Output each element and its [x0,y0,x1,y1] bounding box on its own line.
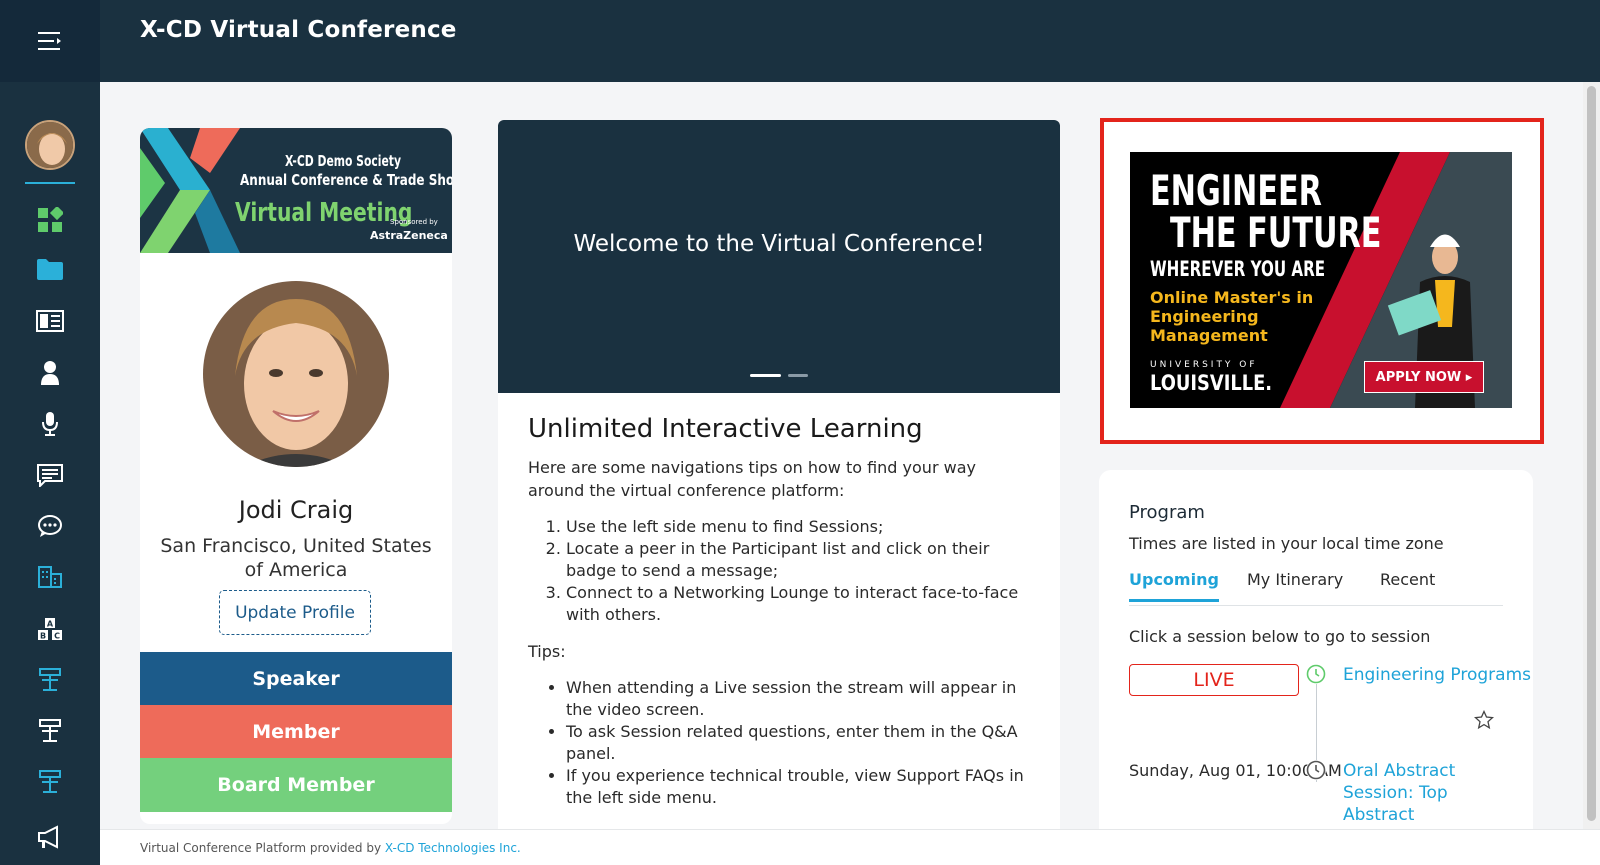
favorite-star-icon[interactable] [1473,709,1495,734]
tips-label: Tips: [528,642,566,661]
update-profile-button[interactable]: Update Profile [219,590,371,635]
clock-icon [1306,664,1326,684]
megaphone-icon [38,825,58,849]
intro-text: Here are some navigations tips on how to… [528,458,976,500]
user-avatar[interactable] [25,120,75,170]
program-subtitle: Times are listed in your local time zone [1129,534,1444,553]
list-item: If you experience technical trouble, vie… [566,765,1033,809]
sidebar-item-program[interactable] [30,301,70,341]
folder-icon [37,259,63,280]
ad-program: Online Master's in Engineering Managemen… [1150,288,1314,345]
sidebar-item-announcements[interactable] [30,817,70,857]
footer-text: Virtual Conference Platform provided by … [140,841,521,855]
chat-bubble-icon [38,515,62,537]
footer-label: Virtual Conference Platform provided by [140,841,382,855]
ad-headline-1: ENGINEER [1150,166,1322,215]
scrollbar-thumb[interactable] [1587,86,1596,821]
building-icon [38,566,62,588]
sidebar-item-dashboard[interactable] [30,200,70,240]
tab-upcoming[interactable]: Upcoming [1129,570,1219,602]
svg-text:C: C [54,632,60,641]
profile-card: X-CD Demo Society Annual Conference & Tr… [140,128,452,824]
microphone-icon [42,412,58,436]
page-scrollbar[interactable] [1583,82,1600,829]
profile-photo [203,281,389,467]
program-title: Program [1129,502,1205,523]
welcome-body: Unlimited Interactive Learning Here are … [528,414,1033,809]
message-icon [37,464,63,487]
sidebar-item-exhibitors[interactable] [30,557,70,597]
program-card: Program Times are listed in your local t… [1099,470,1533,830]
sidebar-item-messages[interactable] [30,455,70,495]
banner-virtual-meeting: Virtual Meeting [235,198,413,228]
welcome-carousel[interactable]: Welcome to the Virtual Conference! [498,120,1060,393]
learning-heading: Unlimited Interactive Learning [528,414,923,444]
list-item: Use the left side menu to find Sessions; [566,516,1033,538]
advertisement-frame: ENGINEER THE FUTURE WHEREVER YOU ARE Onl… [1100,118,1544,444]
banner-sponsor: AstraZeneca [370,229,448,242]
sidebar-item-booth-2[interactable] [30,711,70,751]
footer-link[interactable]: X-CD Technologies Inc. [385,841,521,855]
steps-list: Use the left side menu to find Sessions;… [566,516,1033,626]
advertisement-banner[interactable]: ENGINEER THE FUTURE WHEREVER YOU ARE Onl… [1130,152,1512,408]
sidebar-item-participants[interactable] [30,353,70,393]
sidebar-divider [25,182,75,184]
ad-university-name: LOUISVILLE. [1150,371,1273,395]
sidebar-item-files[interactable] [30,249,70,289]
booth-icon [39,668,61,691]
banner-event: Annual Conference & Trade Show [240,171,452,189]
session-link[interactable]: Oral Abstract Session: Top Abstract [1343,760,1473,826]
welcome-card: Welcome to the Virtual Conference! Unlim… [498,120,1060,829]
ad-headline-2: THE FUTURE [1170,208,1382,257]
sidebar-item-games[interactable]: A B C [30,609,70,649]
banner-society: X-CD Demo Society [285,152,401,170]
book-icon [36,310,64,332]
booth-icon [39,770,61,793]
list-item: Locate a peer in the Participant list an… [566,538,1033,582]
hamburger-menu-icon [38,32,61,50]
sidebar: A B C [0,82,100,865]
dashboard-icon [38,207,63,232]
welcome-title: Welcome to the Virtual Conference! [573,231,985,257]
top-bar: X-CD Virtual Conference [0,0,1600,82]
app-title: X-CD Virtual Conference [140,17,457,43]
apply-now-button[interactable]: APPLY NOW ▸ [1364,361,1484,393]
list-item: When attending a Live session the stream… [566,677,1033,721]
person-icon [41,361,59,385]
conference-banner: X-CD Demo Society Annual Conference & Tr… [140,128,452,253]
abc-blocks-icon: A B C [38,618,62,641]
svg-text:B: B [40,632,46,641]
tips-list: When attending a Live session the stream… [566,677,1033,809]
role-badge-board-member: Board Member [140,758,452,812]
sidebar-item-booth-1[interactable] [30,660,70,700]
program-hint: Click a session below to go to session [1129,627,1431,646]
role-badge-member: Member [140,705,452,758]
session-link[interactable]: Engineering Programs [1343,664,1531,686]
booth-icon [39,719,61,742]
sidebar-item-speakers[interactable] [30,404,70,444]
sidebar-item-chat[interactable] [30,506,70,546]
profile-location: San Francisco, United States of America [160,535,432,581]
tab-divider [1129,605,1503,606]
list-item: To ask Session related questions, enter … [566,721,1033,765]
svg-text:A: A [47,620,54,629]
ad-university-label: UNIVERSITY OF [1150,360,1258,370]
sidebar-item-booth-3[interactable] [30,762,70,802]
tab-recent[interactable]: Recent [1380,570,1435,599]
main-content: X-CD Demo Society Annual Conference & Tr… [100,82,1583,830]
live-badge: LIVE [1129,664,1299,696]
footer: Virtual Conference Platform provided by … [100,829,1600,865]
role-badge-speaker: Speaker [140,652,452,705]
banner-sponsor-label: Sponsored by [390,218,438,226]
carousel-dot[interactable] [788,374,808,377]
carousel-dot-active[interactable] [750,374,781,377]
ad-tagline: WHEREVER YOU ARE [1150,257,1326,281]
list-item: Connect to a Networking Lounge to intera… [566,582,1033,626]
clock-icon [1306,760,1326,780]
profile-name: Jodi Craig [238,496,354,524]
menu-toggle-button[interactable] [0,0,100,82]
tab-my-itinerary[interactable]: My Itinerary [1247,570,1343,599]
avatar-image [27,122,73,168]
